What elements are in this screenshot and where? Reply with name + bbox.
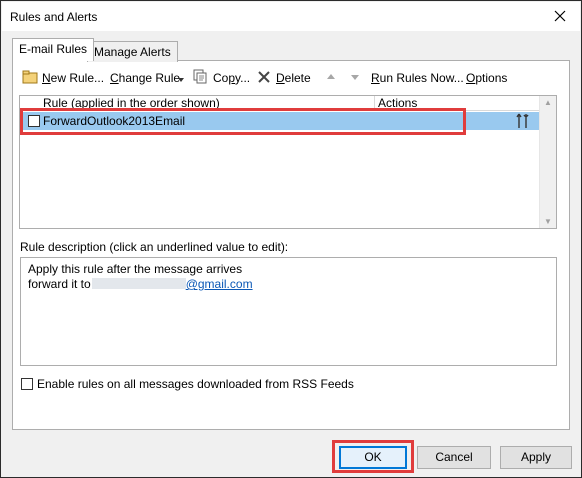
rule-description-box: Apply this rule after the message arrive… (20, 257, 557, 366)
run-rules-now-button[interactable]: Run Rules Now... (371, 71, 464, 85)
rss-rules-checkbox[interactable] (21, 378, 33, 390)
tab-email-rules[interactable]: E-mail Rules (12, 38, 95, 61)
forward-email-link[interactable]: @gmail.com (186, 277, 253, 291)
rule-name: ForwardOutlook2013Email (43, 114, 186, 128)
copy-icon (192, 69, 208, 88)
description-line-1: Apply this rule after the message arrive… (28, 262, 243, 276)
close-icon[interactable] (552, 8, 568, 24)
description-line-2: forward it to @gmail.com (28, 277, 549, 292)
window-title: Rules and Alerts (10, 10, 98, 24)
copy-button[interactable]: Copy... (213, 71, 250, 85)
dropdown-arrow-icon[interactable] (177, 73, 185, 87)
rss-rules-label[interactable]: Enable rules on all messages downloaded … (37, 377, 354, 391)
move-up-icon[interactable] (326, 71, 336, 85)
new-rule-label: ew Rule... (50, 71, 105, 85)
new-rule-icon (22, 69, 39, 88)
description-forward-prefix: forward it to (28, 277, 91, 291)
ok-button[interactable]: OK (339, 446, 407, 469)
delete-button[interactable]: Delete (276, 71, 311, 85)
redacted-email (91, 278, 186, 289)
rules-and-alerts-dialog: Rules and Alerts E-mail Rules Manage Ale… (0, 0, 582, 478)
dialog-footer (2, 437, 580, 477)
title-bar: Rules and Alerts (2, 2, 580, 31)
table-row[interactable]: ForwardOutlook2013Email (21, 112, 540, 130)
scroll-down-icon[interactable]: ▼ (544, 217, 552, 226)
cancel-button[interactable]: Cancel (417, 446, 491, 469)
delete-icon (257, 70, 271, 87)
scroll-up-icon[interactable]: ▲ (544, 98, 552, 107)
change-rule-button[interactable]: Change Rule (110, 71, 180, 85)
rules-toolbar: New Rule... Change Rule Copy... Delete R… (19, 67, 559, 91)
rules-list-scrollbar[interactable]: ▲ ▼ (539, 96, 556, 228)
column-header-rule[interactable]: Rule (applied in the order shown) (43, 96, 220, 110)
rules-list-header: Rule (applied in the order shown) Action… (21, 96, 540, 111)
rule-enabled-checkbox[interactable] (28, 115, 40, 127)
tab-manage-alerts[interactable]: Manage Alerts (87, 41, 178, 62)
apply-button[interactable]: Apply (500, 446, 572, 469)
rules-list[interactable]: Rule (applied in the order shown) Action… (19, 95, 557, 229)
options-button[interactable]: Options (466, 71, 507, 85)
move-down-icon[interactable] (350, 72, 360, 86)
forward-action-icon (516, 113, 530, 132)
rule-description-label: Rule description (click an underlined va… (20, 240, 289, 254)
new-rule-button[interactable]: New Rule... (42, 71, 104, 85)
column-header-actions[interactable]: Actions (374, 96, 417, 111)
